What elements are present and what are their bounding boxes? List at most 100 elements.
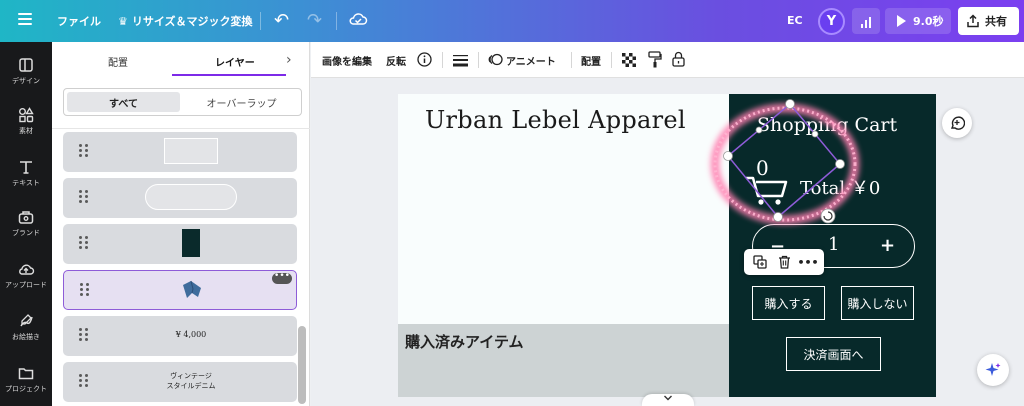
layer-list: ••• ¥ 4,000 ヴィンテージ スタイルデニム — [52, 128, 310, 406]
rail-item-label: プロジェクト — [5, 385, 47, 393]
buy-button[interactable]: 購入する — [752, 286, 825, 320]
drag-handle-icon[interactable] — [80, 283, 90, 297]
layer-thumbnail — [143, 136, 239, 166]
rail-item-label: テキスト — [12, 179, 40, 187]
layer-thumbnail — [144, 275, 240, 305]
rail-item-projects[interactable]: プロジェクト — [0, 358, 52, 406]
layer-thumbnail — [143, 182, 239, 212]
share-button[interactable]: 共有 — [958, 7, 1019, 35]
draw-icon — [20, 314, 33, 327]
drag-handle-icon[interactable] — [79, 374, 89, 388]
team-label[interactable]: EC — [787, 14, 803, 27]
avatar[interactable]: Y — [818, 8, 845, 35]
dark-panel-thumbnail — [182, 229, 200, 257]
layer-thumbnail — [143, 228, 239, 258]
purchased-items-label[interactable]: 購入済みアイテム — [405, 331, 524, 352]
rail-item-draw[interactable]: お絵描き — [0, 306, 52, 356]
comment-add-icon — [950, 116, 965, 130]
rail-item-label: アップロード — [5, 281, 47, 289]
layer-thumbnail: ヴィンテージ スタイルデニム — [143, 366, 239, 396]
layer-more-button[interactable]: ••• — [272, 272, 292, 284]
play-icon — [897, 15, 906, 27]
layer-row[interactable] — [63, 132, 297, 172]
filter-all-button[interactable]: すべて — [67, 92, 180, 112]
divider — [571, 52, 572, 68]
cloud-sync-icon[interactable] — [348, 9, 368, 29]
resize-magic-button[interactable]: ♛ リサイズ＆マジック変換 — [118, 0, 253, 42]
lock-icon[interactable] — [672, 51, 685, 67]
dont-buy-button[interactable]: 購入しない — [841, 286, 914, 320]
rail-item-design[interactable]: デザイン — [0, 50, 52, 100]
tab-arrange[interactable]: 配置 — [108, 54, 128, 69]
layer-row[interactable] — [63, 224, 297, 264]
filter-overlap-button[interactable]: オーバーラップ — [184, 92, 299, 112]
undo-icon[interactable]: ↶ — [274, 10, 289, 31]
edit-image-button[interactable]: 画像を編集 — [322, 53, 372, 68]
drag-handle-icon[interactable] — [79, 144, 89, 158]
context-toolbar: 画像を編集 反転 アニメート 配置 — [311, 42, 1024, 78]
cart-title[interactable]: Shopping Cart — [757, 114, 897, 136]
upload-icon — [19, 264, 35, 275]
file-menu[interactable]: ファイル — [57, 0, 101, 42]
price-text-thumbnail: ¥ 4,000 — [175, 330, 207, 339]
rail-item-brand[interactable]: ブランド — [0, 202, 52, 252]
drag-handle-icon[interactable] — [79, 328, 89, 342]
sparkle-icon — [985, 363, 1001, 376]
page-panel-toggle[interactable] — [642, 394, 694, 406]
line-weight-icon[interactable] — [453, 53, 468, 67]
duplicate-icon[interactable] — [751, 253, 769, 271]
cart-total[interactable]: Total ￥0 — [800, 174, 880, 200]
active-tab-indicator — [172, 74, 286, 76]
present-button[interactable]: 9.0秒 — [885, 8, 951, 34]
text-icon — [20, 161, 32, 174]
rail-item-elements[interactable]: 素材 — [0, 100, 52, 150]
transparency-icon[interactable] — [622, 53, 636, 67]
layers-panel: 配置 レイヤー › すべて オーバーラップ ••• ¥ 4,000 ヴィンテージ… — [52, 42, 310, 406]
drag-handle-icon[interactable] — [79, 190, 89, 204]
bar-chart-icon[interactable] — [852, 8, 880, 34]
chevron-right-icon[interactable]: › — [286, 52, 292, 68]
trash-icon[interactable] — [775, 253, 793, 271]
chevron-down-icon — [664, 395, 672, 401]
rail-item-label: デザイン — [12, 77, 40, 85]
layer-filter: すべて オーバーラップ — [63, 88, 302, 116]
rail-item-upload[interactable]: アップロード — [0, 254, 52, 304]
design-title-text[interactable]: Urban Lebel Apparel — [425, 106, 686, 134]
jeans-thumbnail — [183, 280, 201, 298]
left-rail: デザイン 素材 テキスト ブランド アップロード お絵描き プロジェクト — [0, 42, 52, 406]
layer-list-scrollbar[interactable] — [298, 326, 306, 404]
flip-button[interactable]: 反転 — [386, 53, 406, 68]
layer-row-selected[interactable]: ••• — [63, 270, 297, 310]
menu-icon[interactable] — [18, 13, 32, 25]
animate-button[interactable]: アニメート — [506, 53, 556, 68]
layer-row[interactable]: ¥ 4,000 — [63, 316, 297, 356]
cart-count: 0 — [756, 156, 769, 180]
rail-item-text[interactable]: テキスト — [0, 152, 52, 202]
brand-icon — [18, 211, 34, 224]
divider — [442, 52, 443, 68]
layer-thumbnail: ¥ 4,000 — [143, 320, 239, 350]
share-label: 共有 — [985, 15, 1007, 28]
info-icon[interactable] — [417, 52, 432, 67]
crown-icon: ♛ — [118, 14, 128, 28]
layer-row[interactable] — [63, 178, 297, 218]
resize-magic-label: リサイズ＆マジック変換 — [131, 15, 253, 28]
divider — [478, 52, 479, 68]
elements-icon — [19, 107, 34, 123]
top-bar: ファイル ♛ リサイズ＆マジック変換 ↶ ↷ EC Y 9.0秒 共有 — [0, 0, 1024, 42]
pill-thumbnail — [145, 184, 237, 210]
tab-layers[interactable]: レイヤー — [215, 54, 255, 69]
checkout-button[interactable]: 決済画面へ — [786, 337, 881, 371]
layer-row[interactable]: ヴィンテージ スタイルデニム — [63, 362, 297, 402]
rail-item-label: 素材 — [19, 127, 33, 135]
drag-handle-icon[interactable] — [79, 236, 89, 250]
redo-icon[interactable]: ↷ — [307, 10, 322, 31]
magic-assistant-button[interactable] — [977, 354, 1009, 386]
arrange-button[interactable]: 配置 — [581, 53, 601, 68]
quantity-plus-button[interactable]: + — [880, 235, 895, 256]
paint-roller-icon[interactable] — [648, 51, 662, 68]
more-icon[interactable]: ••• — [797, 253, 818, 271]
comment-button[interactable] — [942, 108, 972, 138]
rail-item-label: お絵描き — [12, 333, 40, 341]
floating-toolbar: ••• — [744, 249, 824, 275]
